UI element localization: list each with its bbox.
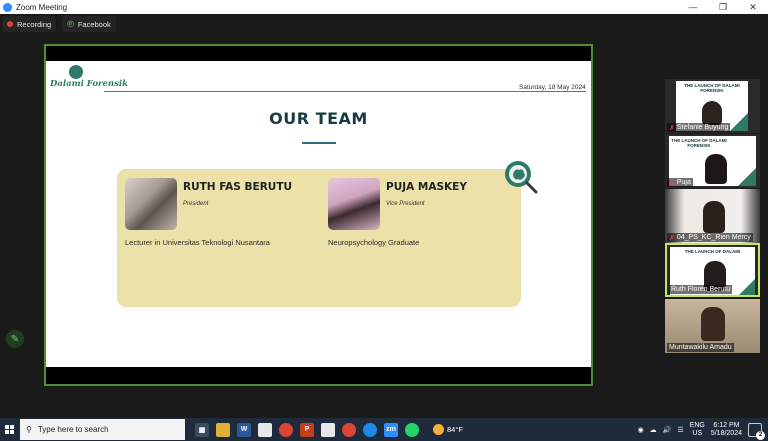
taskbar-search-box[interactable]: ⚲ Type here to search — [20, 419, 185, 440]
word-icon[interactable]: W — [237, 422, 251, 437]
window-title: Zoom Meeting — [16, 2, 68, 12]
thumbnail-title: THE LAUNCH OF DALAMI FORENSIK — [671, 138, 727, 148]
live-stream-label: Facebook — [77, 19, 111, 29]
zoom-tray-icon[interactable]: ◉ — [638, 426, 644, 434]
close-button[interactable]: ✕ — [738, 0, 768, 14]
chrome-icon[interactable] — [279, 422, 293, 437]
meeting-status-bar: Recording ℗ Facebook — [0, 14, 116, 34]
participant-name: Ruth Floren Berutu — [671, 286, 731, 293]
onedrive-icon[interactable]: ☁ — [650, 426, 657, 434]
notification-count: 2 — [756, 430, 765, 440]
start-button[interactable] — [0, 418, 18, 441]
member-role: Vice President — [386, 201, 425, 207]
participant-figure — [702, 101, 722, 125]
clock-time: 6:12 PM — [713, 421, 740, 429]
mic-muted-icon: ✗ — [669, 234, 675, 242]
participant-tile[interactable]: Muntawakilu Amadu — [665, 299, 760, 353]
clock[interactable]: 6:12 PM 5/18/2024 — [711, 422, 742, 438]
zoom-app-icon — [3, 2, 12, 12]
member-name: RUTH FAS BERUTU — [183, 181, 293, 193]
maximize-button[interactable]: ❐ — [708, 0, 738, 14]
windows-taskbar: ⚲ Type here to search ▦ W P zm 84°F ◉ ☁ … — [0, 418, 768, 441]
participant-name-tag: Ruth Floren Berutu — [669, 285, 733, 294]
thumbnail-title: THE LAUNCH OF DALAMI FORENSIK — [684, 83, 740, 93]
minimize-button[interactable]: — — [678, 0, 708, 14]
participant-figure — [701, 307, 725, 341]
member-description: Lecturer in Universitas Teknologi Nusant… — [125, 238, 270, 247]
notification-center-icon[interactable]: 2 — [748, 422, 765, 440]
document-icon[interactable] — [258, 422, 272, 437]
thumbnail-decoration — [737, 279, 755, 295]
member-description: Neuropsychology Graduate — [328, 238, 420, 247]
recording-indicator[interactable]: Recording — [2, 16, 57, 32]
notepad-icon[interactable] — [321, 422, 335, 437]
live-stream-indicator[interactable]: ℗ Facebook — [62, 16, 116, 32]
participant-tile[interactable]: THE LAUNCH OF DALAMI FORENSIK ✗ Stefanie… — [665, 79, 760, 133]
participant-name-tag: Muntawakilu Amadu — [667, 343, 734, 352]
participant-tile[interactable]: ✗ 04_PS_KC_Rien Mercy — [665, 189, 760, 243]
pinned-apps: ▦ W P zm — [195, 422, 419, 437]
member-photo-ruth — [125, 178, 177, 230]
recording-dot-icon — [7, 21, 13, 27]
weather-widget[interactable]: 84°F — [433, 424, 463, 435]
member-name: PUJA MASKEY — [386, 181, 467, 193]
zoom-taskbar-icon[interactable]: zm — [384, 422, 398, 437]
participant-name-tag: ✗ Puja — [667, 178, 693, 187]
speaker-icon[interactable]: 🔊 — [663, 426, 672, 434]
language-indicator[interactable]: ENG US — [690, 422, 705, 438]
slide-date: Saturday, 18 May 2024 — [519, 84, 586, 91]
language-code: ENG — [689, 421, 705, 429]
window-title-bar: Zoom Meeting — ❐ ✕ — [0, 0, 768, 14]
network-icon[interactable]: ☰ — [677, 426, 683, 434]
participant-figure — [705, 154, 727, 184]
clock-date: 5/18/2024 — [710, 429, 742, 437]
weather-sun-icon — [433, 424, 444, 435]
slide-heading: OUR TEAM — [269, 109, 368, 128]
meeting-area: Recording ℗ Facebook Dalami Forensik Sat… — [0, 14, 768, 418]
participant-tile[interactable]: THE LAUNCH OF DALAMI FORENSIK ✗ Puja — [665, 134, 760, 188]
file-explorer-icon[interactable] — [216, 422, 230, 437]
mic-muted-icon: ✗ — [669, 124, 675, 132]
mic-muted-icon: ✗ — [669, 179, 675, 187]
brand-logo: Dalami Forensik — [50, 65, 129, 89]
annotate-pencil-icon[interactable]: ✎ — [6, 330, 24, 348]
thumbnail-decoration — [730, 113, 748, 131]
logo-mark-icon — [69, 65, 83, 79]
brain-magnifier-icon — [505, 161, 538, 194]
task-view-icon[interactable]: ▦ — [195, 422, 209, 437]
logo-text: Dalami Forensik — [50, 79, 129, 89]
thumbnail-title: THE LAUNCH OF DALAMI — [684, 249, 741, 254]
powerpoint-icon[interactable]: P — [300, 422, 314, 437]
recording-label: Recording — [17, 19, 52, 29]
participant-name-tag: ✗ Stefanie Buyung — [667, 123, 731, 132]
system-tray: ◉ ☁ 🔊 ☰ ENG US 6:12 PM 5/18/2024 2 — [638, 422, 768, 440]
whatsapp-icon[interactable] — [405, 422, 419, 437]
team-card: RUTH FAS BERUTU President Lecturer in Un… — [117, 169, 521, 307]
weather-temperature: 84°F — [447, 425, 463, 434]
search-placeholder: Type here to search — [37, 425, 109, 434]
participant-tile-active-speaker[interactable]: THE LAUNCH OF DALAMI Ruth Floren Berutu — [665, 243, 760, 297]
participant-name: Puja — [676, 179, 691, 186]
chrome-profile-icon[interactable] — [342, 422, 356, 437]
participant-name-tag: ✗ 04_PS_KC_Rien Mercy — [667, 233, 753, 242]
participant-name: Muntawakilu Amadu — [669, 344, 732, 351]
heading-underline — [302, 142, 336, 144]
participant-figure — [703, 201, 725, 233]
member-role: President — [183, 201, 209, 207]
edge-icon[interactable] — [363, 422, 377, 437]
search-icon: ⚲ — [26, 425, 32, 434]
thumbnail-decoration — [738, 168, 756, 186]
window-controls: — ❐ ✕ — [678, 0, 768, 14]
windows-logo-icon — [4, 425, 14, 434]
live-stream-icon: ℗ — [67, 19, 74, 29]
presentation-slide: Dalami Forensik Saturday, 18 May 2024 OU… — [46, 61, 591, 367]
keyboard-region: US — [692, 429, 703, 437]
member-photo-puja — [328, 178, 380, 230]
participant-name: Stefanie Buyung — [676, 124, 729, 131]
participant-name: 04_PS_KC_Rien Mercy — [676, 234, 751, 241]
shared-screen: Dalami Forensik Saturday, 18 May 2024 OU… — [44, 44, 593, 386]
header-divider — [104, 91, 586, 92]
